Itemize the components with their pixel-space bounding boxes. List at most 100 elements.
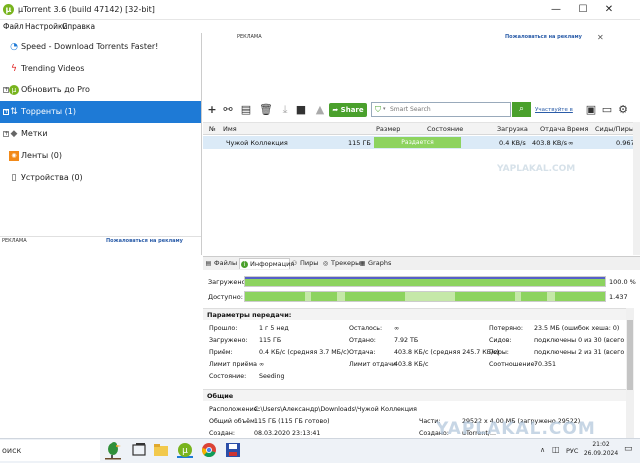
tab-files[interactable]: ▤ Файлы <box>204 258 240 269</box>
location-value: C:\Users\Александр\Downloads\Чужой Колле… <box>254 406 417 413</box>
ad-label: РЕКЛАМА <box>2 238 27 244</box>
clock[interactable]: 21:02 26.09.2024 <box>583 440 619 458</box>
smart-search-box[interactable]: ⛉ ▾ <box>371 102 511 117</box>
sidebar-item-speed[interactable]: ◔ Speed - Download Torrents Faster! <box>0 36 201 58</box>
menu-settings[interactable]: Настройки <box>25 22 67 31</box>
col-eta[interactable]: Время <box>567 125 588 133</box>
transfer-section-header: Параметры передачи: <box>203 308 626 320</box>
availability-value: 1.437 <box>609 293 628 301</box>
wasted-label: Потеряно: <box>489 325 524 332</box>
tray-expand-icon[interactable]: ∧ <box>540 446 545 454</box>
clock-time: 21:02 <box>592 441 610 448</box>
minimize-button[interactable]: — <box>545 2 567 18</box>
save-app-icon[interactable] <box>225 442 241 458</box>
downloaded-total-value: 115 ГБ <box>259 337 282 344</box>
state-label: Состояние: <box>209 373 247 380</box>
col-name[interactable]: Имя <box>223 125 237 133</box>
share-button[interactable]: ➦ Share <box>329 103 367 117</box>
sidebar-item-label: Устройства (0) <box>21 173 83 182</box>
menu-help[interactable]: Справка <box>62 22 95 31</box>
utorrent-taskbar-icon[interactable]: µ <box>177 442 193 458</box>
network-icon[interactable]: ◫ <box>552 445 560 454</box>
sidebar-item-devices[interactable]: ▯ Устройства (0) <box>0 167 201 189</box>
sidebar-item-label: Торренты (1) <box>21 107 76 116</box>
torrent-ratio: 0.967 <box>616 139 635 147</box>
tab-label: Пиры <box>300 259 319 267</box>
share-ratio-value: 70.351 <box>534 361 557 368</box>
remaining-label: Осталось: <box>349 325 383 332</box>
share-ratio-label: Соотношение: <box>489 361 537 368</box>
created-value: 08.03.2020 23:13:41 <box>254 430 321 437</box>
window-title: µTorrent 3.6 (build 47142) [32-bit] <box>18 5 155 14</box>
search-input[interactable] <box>390 106 508 113</box>
language-indicator[interactable]: РУС <box>566 447 578 455</box>
maximize-button[interactable]: ☐ <box>572 2 594 18</box>
notification-icon[interactable]: ▭ <box>624 444 633 454</box>
general-section-header: Общие <box>203 389 626 401</box>
sidebar-item-feeds[interactable]: ◉ Ленты (0) <box>0 145 201 167</box>
sidebar-item-labels[interactable]: + ◆ Метки <box>0 123 201 145</box>
menu-bar <box>0 20 640 33</box>
tab-trackers[interactable]: ◎ Трекеры <box>321 258 360 269</box>
list-scrollbar[interactable] <box>633 122 640 255</box>
sidebar-item-trending[interactable]: ϟ Trending Videos <box>0 58 201 80</box>
add-torrent-icon[interactable]: + <box>205 103 219 117</box>
report-ad-link[interactable]: Пожаловаться на рекламу <box>505 34 582 40</box>
files-icon: ▤ <box>205 260 212 267</box>
chat-icon[interactable]: ▣ <box>584 103 598 117</box>
total-size-label: Общий объём: <box>209 418 257 425</box>
add-link-icon[interactable]: ⚯ <box>221 103 235 117</box>
svg-text:µ: µ <box>182 446 188 456</box>
task-view-icon[interactable] <box>131 442 147 458</box>
stop-icon[interactable]: ■ <box>294 103 308 117</box>
share-label: Share <box>340 106 364 114</box>
menu-file[interactable]: Файл <box>3 22 24 31</box>
detail-scroll-thumb[interactable] <box>627 320 633 390</box>
download-icon[interactable]: ⤓ <box>278 103 292 117</box>
torrents-icon: ⇅ <box>10 107 18 117</box>
torrent-name: Чужой Коллекция <box>226 139 288 147</box>
location-label: Расположение: <box>209 406 260 413</box>
state-value: Seeding <box>259 373 285 380</box>
close-button[interactable]: ✕ <box>598 2 620 18</box>
tab-info[interactable]: i Информация <box>239 258 294 269</box>
torrent-eta: ∞ <box>568 139 574 147</box>
sidebar-item-torrents[interactable]: + ⇅ Торренты (1) <box>0 101 201 123</box>
download-limit-label: Лимит приёма <box>209 361 258 368</box>
taskbar-search[interactable]: оиск <box>0 440 100 461</box>
move-up-icon[interactable]: ▲ <box>313 103 327 117</box>
sidebar-item-upgrade[interactable]: + µ Обновить до Pro <box>0 79 201 101</box>
download-rate-value: 0.4 КБ/с (средняя 3.7 МБ/с) <box>259 349 350 356</box>
col-number[interactable]: № <box>209 125 216 133</box>
tab-label: Информация <box>250 260 295 268</box>
create-torrent-icon[interactable]: ▤ <box>239 103 253 117</box>
search-button[interactable]: ⌕ <box>512 102 531 117</box>
delete-icon[interactable]: 🗑 <box>259 103 273 117</box>
torrent-download-speed: 0.4 KB/s <box>499 139 526 147</box>
file-explorer-icon[interactable] <box>153 442 169 458</box>
tab-label: Graphs <box>368 259 392 267</box>
tab-peers[interactable]: ⚇ Пиры <box>290 258 322 269</box>
sidebar-ad-bar: РЕКЛАМА Пожаловаться на рекламу <box>0 236 201 245</box>
smart-search-link[interactable]: Участвуйте в <box>535 107 573 113</box>
col-status[interactable]: Состояние <box>427 125 463 133</box>
shield-icon: ⛉ <box>375 105 381 114</box>
rss-icon: ◉ <box>9 151 19 161</box>
bird-widget-icon[interactable] <box>102 440 124 460</box>
clock-date: 26.09.2024 <box>583 450 619 457</box>
col-size[interactable]: Размер <box>376 125 400 133</box>
col-upload[interactable]: Отдача <box>540 125 565 133</box>
report-ad-link[interactable]: Пожаловаться на рекламу <box>106 237 183 246</box>
gear-icon[interactable]: ⚙ <box>616 103 630 117</box>
chevron-down-icon[interactable]: ▾ <box>383 106 386 112</box>
close-ad-icon[interactable]: ✕ <box>597 33 604 42</box>
tab-label: Файлы <box>214 259 238 267</box>
tab-graphs[interactable]: ▦ Graphs <box>358 258 392 269</box>
seeds-value: подключены 0 из 30 (всего 0) <box>534 337 633 344</box>
sidebar: ◔ Speed - Download Torrents Faster! ϟ Tr… <box>0 33 202 255</box>
col-download[interactable]: Загрузка <box>497 125 528 133</box>
remote-icon[interactable]: ▭ <box>600 103 614 117</box>
download-rate-label: Приём: <box>209 349 233 356</box>
chrome-icon[interactable] <box>201 442 217 458</box>
col-ratio[interactable]: Сиды/Пиры <box>595 125 634 133</box>
